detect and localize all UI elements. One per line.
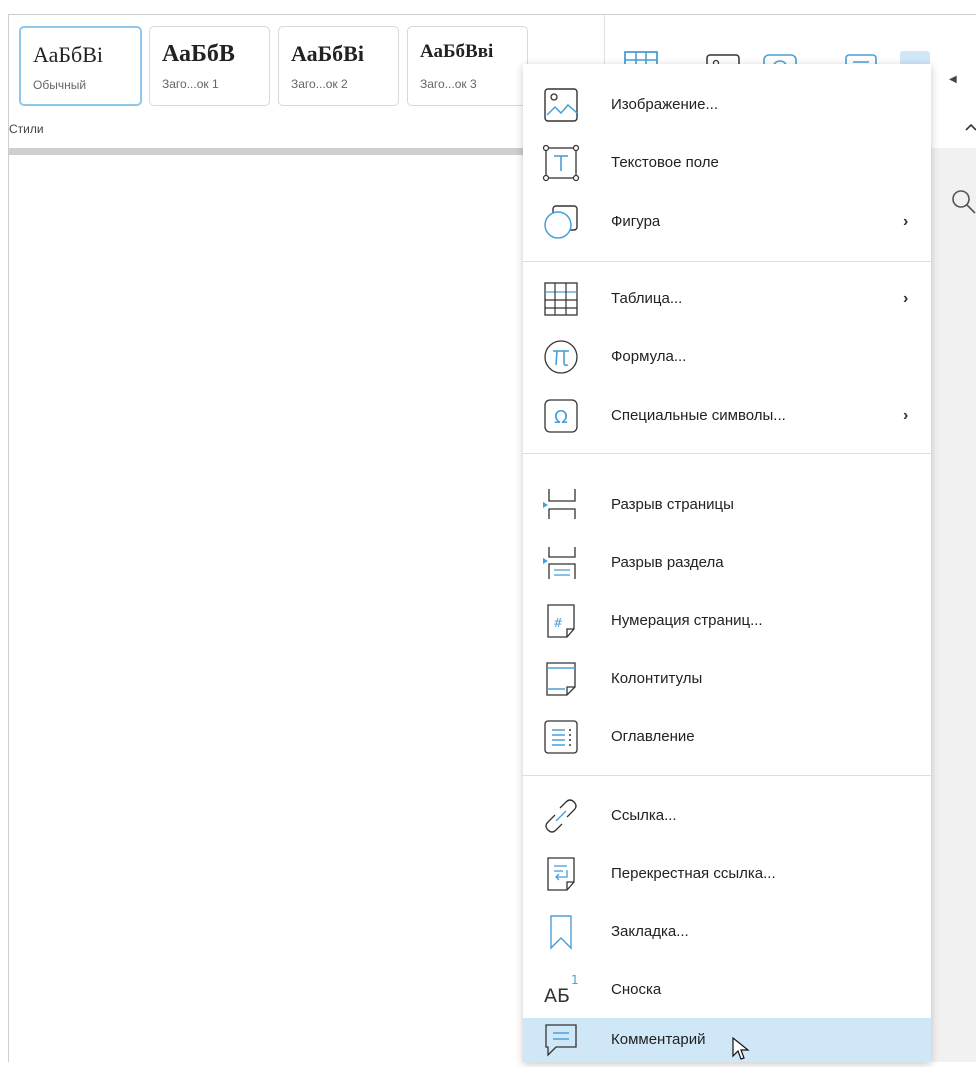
submenu-chevron-icon: › <box>903 213 909 230</box>
menu-item-table-of-contents[interactable]: Оглавление <box>523 710 931 764</box>
table-icon <box>543 281 579 317</box>
menu-item-formula[interactable]: Формула... <box>523 330 931 384</box>
document-top-shadow <box>9 148 531 155</box>
menu-item-label: Фигура <box>611 213 661 230</box>
menu-item-cross-reference[interactable]: Перекрестная ссылка... <box>523 847 931 901</box>
bookmark-icon <box>543 914 579 950</box>
search-icon[interactable] <box>949 188 976 219</box>
style-sample: АаБбВі <box>33 42 103 67</box>
svg-text:#: # <box>553 616 563 630</box>
menu-item-label: Комментарий <box>611 1031 706 1048</box>
style-normal[interactable]: АаБбВі Обычный <box>19 26 142 106</box>
menu-item-comment[interactable]: Комментарий <box>523 1018 931 1062</box>
cross-reference-icon <box>543 856 579 892</box>
mouse-cursor-icon <box>731 1036 753 1067</box>
style-caption: Заго...ок 3 <box>420 77 477 91</box>
menu-item-shape[interactable]: Фигура › <box>523 195 931 249</box>
image-icon <box>543 87 579 123</box>
submenu-chevron-icon: › <box>903 290 909 307</box>
shape-icon <box>543 204 579 240</box>
menu-item-label: Ссылка... <box>611 807 677 824</box>
style-heading-2[interactable]: АаБбВі Заго...ок 2 <box>278 26 399 106</box>
style-sample: АаБбВі <box>291 41 364 66</box>
style-caption: Обычный <box>33 78 87 92</box>
document-window: АаБбВі Обычный АаБбВ Заго...ок 1 АаБбВі … <box>8 14 976 1062</box>
menu-item-header-footer[interactable]: Колонтитулы <box>523 652 931 706</box>
menu-item-label: Разрыв страницы <box>611 496 734 513</box>
footnote-icon-text: АБ <box>544 985 570 1007</box>
submenu-chevron-icon: › <box>903 407 909 424</box>
menu-item-label: Сноска <box>611 981 662 998</box>
menu-item-image[interactable]: Изображение... <box>523 78 931 132</box>
menu-item-label: Колонтитулы <box>611 670 703 687</box>
menu-item-special-symbols[interactable]: Ω Специальные символы... › <box>523 389 931 443</box>
menu-item-bookmark[interactable]: Закладка... <box>523 905 931 959</box>
menu-item-table[interactable]: Таблица... › <box>523 272 931 326</box>
menu-separator <box>523 261 931 262</box>
menu-separator <box>523 775 931 776</box>
svg-text:Ω: Ω <box>554 407 568 428</box>
menu-item-label: Нумерация страниц... <box>611 612 763 629</box>
style-heading-3[interactable]: АаБбВві Заго...ок 3 <box>407 26 528 106</box>
special-symbols-icon: Ω <box>543 398 579 434</box>
menu-item-label: Разрыв раздела <box>611 554 724 571</box>
menu-item-label: Перекрестная ссылка... <box>611 865 776 882</box>
insert-menu: Изображение... Текстовое поле Фигура › Т… <box>523 64 931 1062</box>
menu-item-text-box[interactable]: Текстовое поле <box>523 136 931 190</box>
section-break-icon <box>543 545 579 581</box>
menu-item-section-break[interactable]: Разрыв раздела <box>523 536 931 590</box>
scroll-left-icon[interactable]: ◀ <box>949 74 957 85</box>
style-caption: Заго...ок 2 <box>291 77 348 91</box>
menu-item-label: Формула... <box>611 348 687 365</box>
menu-item-page-numbering[interactable]: # Нумерация страниц... <box>523 594 931 648</box>
menu-item-label: Таблица... <box>611 290 683 307</box>
menu-item-label: Текстовое поле <box>611 154 719 171</box>
menu-item-label: Специальные символы... <box>611 407 786 424</box>
collapse-ribbon-icon[interactable] <box>965 119 976 135</box>
menu-item-label: Изображение... <box>611 96 718 113</box>
right-side-panel <box>931 148 976 1062</box>
style-caption: Заго...ок 1 <box>162 77 219 91</box>
footnote-icon-sup: 1 <box>571 973 579 987</box>
formula-icon <box>543 339 579 375</box>
page-break-icon <box>543 487 579 523</box>
menu-item-label: Закладка... <box>611 923 689 940</box>
menu-item-label: Оглавление <box>611 728 695 745</box>
page-numbering-icon: # <box>543 603 579 639</box>
style-sample: АаБбВві <box>420 41 494 62</box>
comment-icon <box>543 1022 579 1058</box>
table-of-contents-icon <box>543 719 579 755</box>
style-sample: АаБбВ <box>162 41 235 67</box>
footnote-icon: АБ 1 <box>543 972 579 1008</box>
style-heading-1[interactable]: АаБбВ Заго...ок 1 <box>149 26 270 106</box>
link-icon <box>543 798 579 834</box>
styles-group-label: Стили <box>9 122 44 136</box>
text-box-icon <box>542 144 580 182</box>
menu-item-footnote[interactable]: АБ 1 Сноска <box>523 963 931 1017</box>
menu-item-link[interactable]: Ссылка... <box>523 789 931 843</box>
menu-item-page-break[interactable]: Разрыв страницы <box>523 478 931 532</box>
header-footer-icon <box>543 661 579 697</box>
menu-separator <box>523 453 931 454</box>
